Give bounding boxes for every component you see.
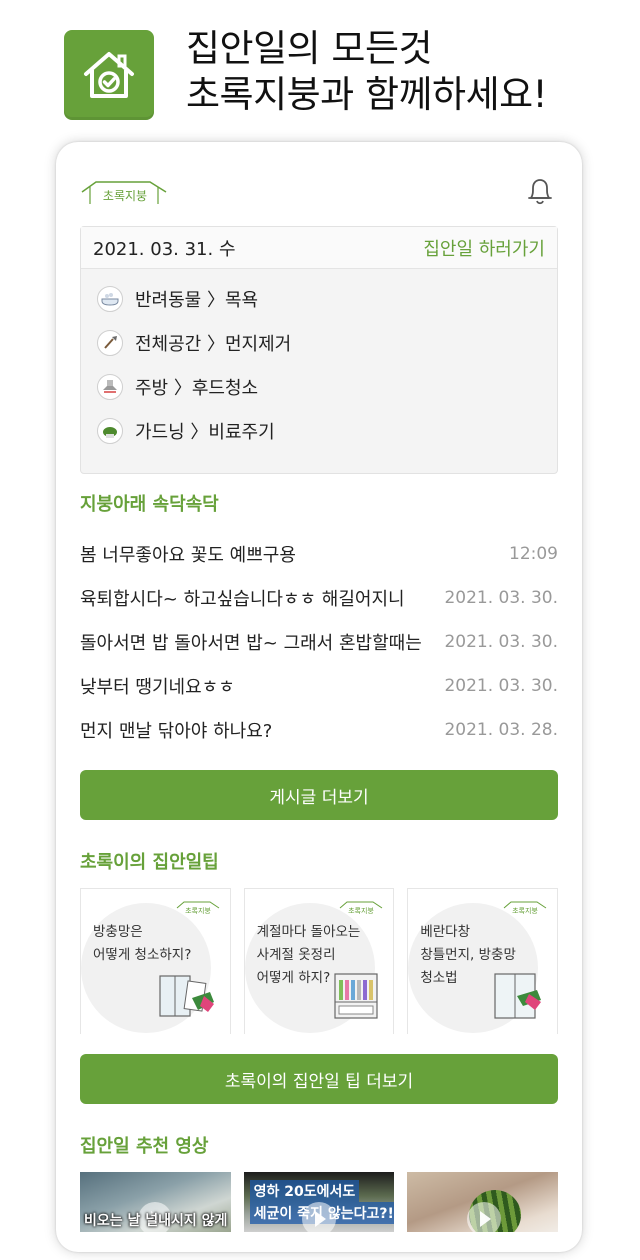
svg-text:초록지붕: 초록지붕 bbox=[512, 906, 538, 915]
window-frame-icon bbox=[494, 973, 542, 1019]
roof-logo-icon: 초록지붕 bbox=[81, 181, 167, 204]
task-item[interactable]: 주방 〉후드청소 bbox=[81, 365, 557, 409]
app-logo[interactable]: 초록지붕 bbox=[80, 176, 170, 210]
schedule-header: 2021. 03. 31. 수 집안일 하러가기 bbox=[81, 227, 557, 269]
post-title: 낮부터 땡기네요ㅎㅎ bbox=[80, 677, 235, 698]
duster-icon bbox=[97, 330, 123, 356]
schedule-date: 2021. 03. 31. 수 bbox=[93, 238, 236, 260]
play-icon[interactable] bbox=[467, 1202, 502, 1232]
task-item[interactable]: 반려동물 〉목욕 bbox=[81, 277, 557, 321]
post-row[interactable]: 봄 너무좋아요 꽃도 예쁘구용 12:09 bbox=[80, 532, 558, 576]
video-thumbnail[interactable] bbox=[407, 1172, 559, 1232]
window-screen-icon bbox=[159, 975, 214, 1017]
app-header: 초록지붕 bbox=[56, 142, 582, 226]
post-date: 2021. 03. 30. bbox=[444, 588, 558, 608]
post-row[interactable]: 낮부터 땡기네요ㅎㅎ 2021. 03. 30. bbox=[80, 664, 558, 708]
video-list: 비오는 날 널내시지 않게 영하 20도에서도 세균이 죽지 않는다고?! bbox=[80, 1172, 559, 1232]
post-title: 먼지 맨날 닦아야 하나요? bbox=[80, 721, 273, 742]
post-date: 2021. 03. 30. bbox=[444, 676, 558, 696]
tip-card[interactable]: 초록지붕 베란다창 창틀먼지, 방충망 청소법 bbox=[407, 888, 559, 1034]
video-thumbnail[interactable]: 영하 20도에서도 세균이 죽지 않는다고?! bbox=[243, 1172, 395, 1232]
task-label: 전체공간 〉먼지제거 bbox=[135, 334, 292, 355]
promo-banner: 집안일의 모든것 초록지붕과 함께하세요! bbox=[0, 0, 640, 140]
task-list: 반려동물 〉목욕 전체공간 〉먼지제거 주방 〉후드청소 가드닝 〉비료주기 bbox=[81, 269, 557, 453]
video-caption: 영하 20도에서도 bbox=[249, 1180, 360, 1202]
more-posts-button[interactable]: 게시글 더보기 bbox=[80, 770, 558, 820]
svg-text:초록지붕: 초록지붕 bbox=[348, 906, 374, 915]
logo-text: 초록지붕 bbox=[103, 189, 147, 203]
videos-section-title: 집안일 추천 영상 bbox=[80, 1136, 209, 1157]
roof-logo-icon: 초록지붕 bbox=[503, 901, 547, 915]
wardrobe-icon bbox=[334, 973, 378, 1019]
post-row[interactable]: 육퇴합시다~ 하고싶습니다ㅎㅎ 해길어지니 2021. 03. 30. bbox=[80, 576, 558, 620]
roof-logo-icon: 초록지붕 bbox=[176, 901, 219, 915]
today-schedule-card: 2021. 03. 31. 수 집안일 하러가기 반려동물 〉목욕 전체공간 〉… bbox=[80, 226, 558, 474]
svg-text:초록지붕: 초록지붕 bbox=[185, 906, 211, 915]
phone-screen: 초록지붕 2021. 03. 31. 수 집안일 하러가기 반려동물 〉목욕 전… bbox=[56, 142, 582, 1252]
task-item[interactable]: 가드닝 〉비료주기 bbox=[81, 409, 557, 453]
post-title: 육퇴합시다~ 하고싶습니다ㅎㅎ 해길어지니 bbox=[80, 589, 405, 610]
post-date: 12:09 bbox=[509, 544, 558, 564]
post-date: 2021. 03. 28. bbox=[444, 720, 558, 740]
tips-section-title: 초록이의 집안일팁 bbox=[80, 852, 219, 873]
tip-text: 방충망은 어떻게 청소하지? bbox=[93, 924, 192, 963]
tip-card-list: 초록지붕 방충망은 어떻게 청소하지? 초록지붕 계절마다 돌아오는 사계절 옷… bbox=[80, 888, 559, 1034]
task-item[interactable]: 전체공간 〉먼지제거 bbox=[81, 321, 557, 365]
task-label: 반려동물 〉목욕 bbox=[135, 290, 259, 311]
tip-card[interactable]: 초록지붕 계절마다 돌아오는 사계절 옷정리 어떻게 하지? bbox=[243, 888, 395, 1034]
range-hood-icon bbox=[97, 374, 123, 400]
post-date: 2021. 03. 30. bbox=[444, 632, 558, 652]
post-title: 돌아서면 밥 돌아서면 밥~ 그래서 혼밥할때는 bbox=[80, 633, 422, 654]
video-overlay-text: 비오는 날 널내시지 않게 bbox=[84, 1213, 228, 1229]
roof-logo-icon: 초록지붕 bbox=[340, 901, 383, 915]
go-chores-link[interactable]: 집안일 하러가기 bbox=[423, 235, 545, 261]
post-list: 봄 너무좋아요 꽃도 예쁘구용 12:09 육퇴합시다~ 하고싶습니다ㅎㅎ 해길… bbox=[80, 532, 558, 752]
tip-card[interactable]: 초록지붕 방충망은 어떻게 청소하지? bbox=[80, 888, 231, 1034]
post-row[interactable]: 먼지 맨날 닦아야 하나요? 2021. 03. 28. bbox=[80, 708, 558, 752]
more-tips-button[interactable]: 초록이의 집안일 팁 더보기 bbox=[80, 1054, 558, 1104]
post-row[interactable]: 돌아서면 밥 돌아서면 밥~ 그래서 혼밥할때는 2021. 03. 30. bbox=[80, 620, 558, 664]
headline-line-2: 초록지붕과 함께하세요! bbox=[186, 73, 548, 116]
app-icon bbox=[64, 30, 154, 120]
headline-line-1: 집안일의 모든것 bbox=[186, 27, 433, 70]
task-label: 주방 〉후드청소 bbox=[135, 378, 259, 399]
play-icon[interactable] bbox=[301, 1202, 336, 1232]
video-thumbnail[interactable]: 비오는 날 널내시지 않게 bbox=[80, 1172, 231, 1232]
post-title: 봄 너무좋아요 꽃도 예쁘구용 bbox=[80, 545, 296, 566]
promo-headline: 집안일의 모든것 초록지붕과 함께하세요! bbox=[186, 26, 548, 118]
bathtub-icon bbox=[97, 286, 123, 312]
house-check-icon bbox=[84, 52, 134, 98]
plant-icon bbox=[97, 418, 123, 444]
notification-bell-icon[interactable] bbox=[526, 176, 554, 206]
task-label: 가드닝 〉비료주기 bbox=[135, 422, 275, 443]
board-section-title: 지붕아래 속닥속닥 bbox=[80, 494, 219, 515]
